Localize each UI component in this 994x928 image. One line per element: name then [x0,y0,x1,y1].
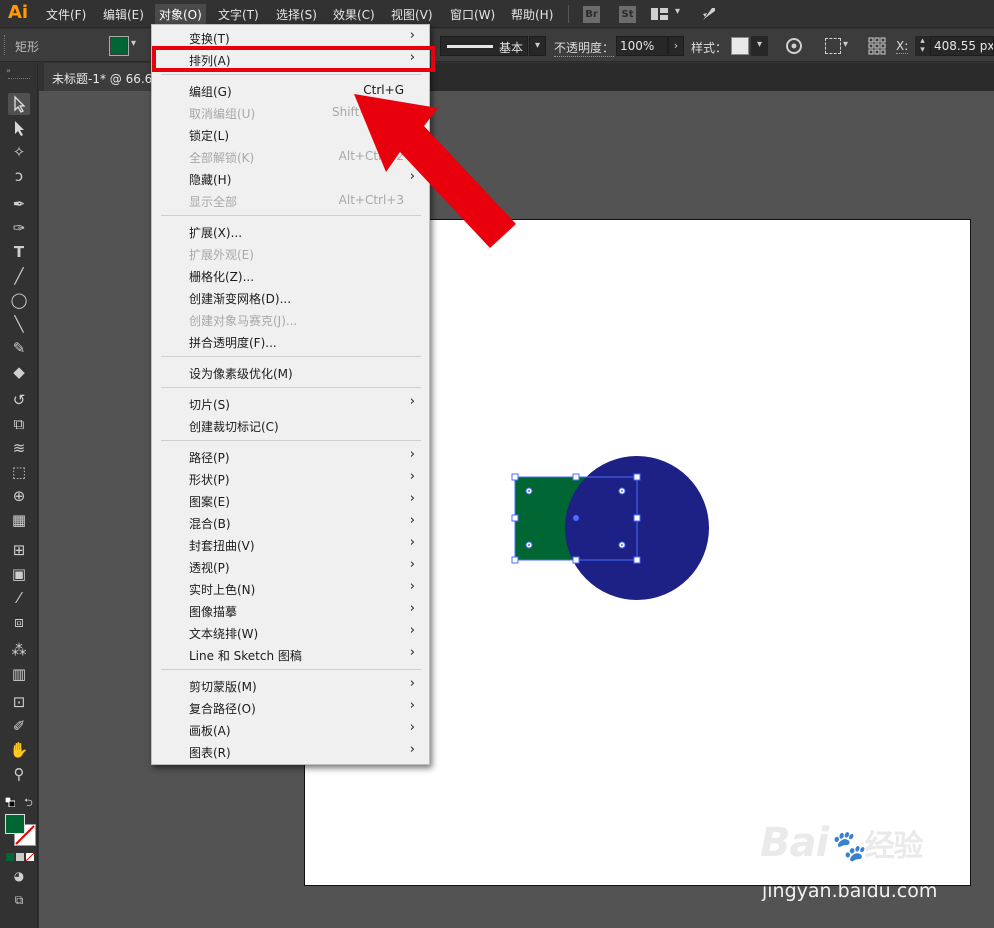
menu-item-label: 文本绕排(W) [189,627,259,641]
menu-item-label: 创建对象马赛克(J)... [189,314,298,328]
menu-item[interactable]: 栅格化(Z)... [152,264,429,286]
menu-item-label: 图像描摹 [189,605,238,619]
menu-item-label: 剪切蒙版(M) [189,680,257,694]
menu-item-label: 隐藏(H) [189,173,232,187]
highlight-annotation-box [152,46,435,72]
chevron-right-icon: › [409,28,415,43]
menu-separator [161,669,421,670]
menu-item[interactable]: 变换(T) › [152,26,429,48]
menu-item-label: 切片(S) [189,398,230,412]
chevron-right-icon: › [409,676,415,691]
chevron-right-icon: › [409,720,415,735]
menu-item[interactable]: 剪切蒙版(M) › [152,674,429,696]
menu-item-label: 变换(T) [189,32,230,46]
menu-item[interactable]: Line 和 Sketch 图稿 › [152,643,429,665]
menu-item-label: 创建裁切标记(C) [189,420,279,434]
watermark-url: jingyan.baidu.com [762,880,938,902]
menu-separator [161,356,421,357]
menu-item-label: 创建渐变网格(D)... [189,292,292,306]
menu-item-label: 编组(G) [189,85,232,99]
menu-item-label: 设为像素级优化(M) [189,367,293,381]
menu-item-label: 形状(P) [189,473,230,487]
menu-item[interactable]: 图像描摹 › [152,599,429,621]
paw-icon: 🐾 [828,829,865,864]
red-arrow-icon [354,94,516,248]
menu-item: 创建对象马赛克(J)... [152,308,429,330]
menu-item[interactable]: 画板(A) › [152,718,429,740]
watermark-brand: Bai [760,820,829,866]
menu-item[interactable]: 图案(E) › [152,489,429,511]
menu-item-label: Line 和 Sketch 图稿 [189,649,302,663]
menu-item[interactable]: 路径(P) › [152,445,429,467]
chevron-right-icon: › [409,579,415,594]
menu-item-label: 路径(P) [189,451,230,465]
menu-item[interactable]: 形状(P) › [152,467,429,489]
menu-item[interactable]: 复合路径(O) › [152,696,429,718]
menu-item-label: 透视(P) [189,561,230,575]
menu-item[interactable]: 图表(R) › [152,740,429,762]
menu-item-label: 图案(E) [189,495,230,509]
menu-item-label: 复合路径(O) [189,702,256,716]
chevron-right-icon: › [409,623,415,638]
menu-item[interactable]: 封套扭曲(V) › [152,533,429,555]
menu-item-label: 实时上色(N) [189,583,256,597]
menu-item[interactable]: 创建裁切标记(C) [152,414,429,436]
menu-item-label: 扩展外观(E) [189,248,254,262]
chevron-right-icon: › [409,601,415,616]
menu-item-label: 扩展(X)... [189,226,243,240]
watermark-brand-cn: 经验 [864,829,924,864]
chevron-right-icon: › [409,557,415,572]
menu-separator [161,440,421,441]
menu-item-label: 锁定(L) [189,129,230,143]
menu-item-label: 显示全部 [189,195,238,209]
menu-item-label: 拼合透明度(F)... [189,336,277,350]
menu-item[interactable]: 混合(B) › [152,511,429,533]
menu-item-label: 图表(R) [189,746,231,760]
menu-item-label: 栅格化(Z)... [189,270,255,284]
annotation-arrow [354,94,516,248]
menu-item-label: 取消编组(U) [189,107,256,121]
chevron-right-icon: › [409,513,415,528]
menu-item[interactable]: 拼合透明度(F)... [152,330,429,352]
chevron-right-icon: › [409,645,415,660]
menu-item-label: 混合(B) [189,517,231,531]
menu-item-label: 封套扭曲(V) [189,539,255,553]
menu-item[interactable]: 透视(P) › [152,555,429,577]
chevron-right-icon: › [409,394,415,409]
menu-separator [161,74,421,75]
chevron-right-icon: › [409,491,415,506]
menu-separator [161,387,421,388]
chevron-right-icon: › [409,535,415,550]
chevron-right-icon: › [409,469,415,484]
menu-item-label: 画板(A) [189,724,231,738]
chevron-right-icon: › [409,447,415,462]
menu-item[interactable]: 文本绕排(W) › [152,621,429,643]
chevron-right-icon: › [409,742,415,757]
menu-item[interactable]: 设为像素级优化(M) [152,361,429,383]
chevron-right-icon: › [409,698,415,713]
menu-item[interactable]: 实时上色(N) › [152,577,429,599]
menu-item[interactable]: 创建渐变网格(D)... [152,286,429,308]
menu-item-label: 全部解锁(K) [189,151,255,165]
menu-item[interactable]: 切片(S) › [152,392,429,414]
